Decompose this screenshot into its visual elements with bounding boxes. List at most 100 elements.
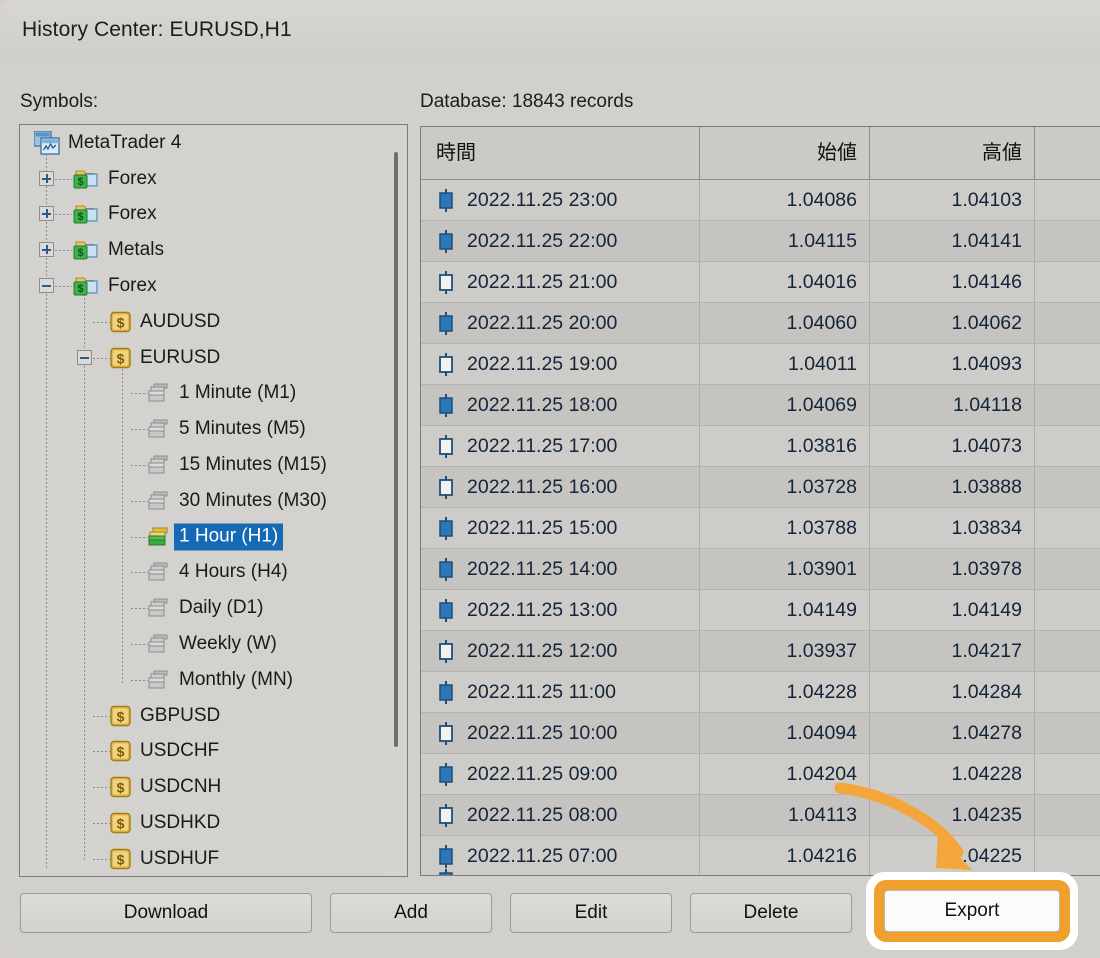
- table-cell-open[interactable]: 1.04060: [700, 303, 870, 343]
- table-row[interactable]: 2022.11.25 22:00 1.04115 1.04141: [421, 221, 1100, 262]
- tree-item[interactable]: 1 Minute (M1): [20, 376, 386, 412]
- table-cell-high[interactable]: 1.04093: [870, 344, 1035, 384]
- tree-item[interactable]: $ Forex: [20, 197, 386, 233]
- table-cell-time[interactable]: 2022.11.25 20:00: [421, 303, 700, 343]
- tree-item[interactable]: $ USDHUF: [20, 841, 386, 876]
- table-cell-high[interactable]: 1.04278: [870, 713, 1035, 753]
- table-cell-open[interactable]: 1.04086: [700, 180, 870, 220]
- table-cell-extra[interactable]: [1035, 385, 1100, 425]
- table-cell-time[interactable]: 2022.11.25 09:00: [421, 754, 700, 794]
- table-cell-extra[interactable]: [1035, 303, 1100, 343]
- table-cell-extra[interactable]: [1035, 467, 1100, 507]
- table-cell-high[interactable]: 1.04225: [870, 836, 1035, 875]
- table-cell-time[interactable]: 2022.11.25 10:00: [421, 713, 700, 753]
- table-cell-open[interactable]: 1.03937: [700, 631, 870, 671]
- table-cell-extra[interactable]: [1035, 631, 1100, 671]
- table-row[interactable]: 2022.11.25 09:00 1.04204 1.04228: [421, 754, 1100, 795]
- table-cell-open[interactable]: 1.03788: [700, 508, 870, 548]
- table-row[interactable]: 2022.11.25 18:00 1.04069 1.04118: [421, 385, 1100, 426]
- table-cell-extra[interactable]: [1035, 221, 1100, 261]
- table-cell-extra[interactable]: [1035, 590, 1100, 630]
- table-cell-time[interactable]: 2022.11.25 19:00: [421, 344, 700, 384]
- table-cell-extra[interactable]: [1035, 836, 1100, 875]
- tree-item[interactable]: Monthly (MN): [20, 662, 386, 698]
- tree-scrollbar-thumb[interactable]: [394, 152, 398, 747]
- tree-expander-minus-icon[interactable]: [39, 278, 54, 294]
- table-cell-high[interactable]: 1.04146: [870, 262, 1035, 302]
- table-row[interactable]: 2022.11.25 07:00 1.04216 1.04225: [421, 836, 1100, 875]
- table-cell-high[interactable]: 1.04118: [870, 385, 1035, 425]
- column-header[interactable]: 始値: [700, 127, 870, 179]
- table-cell-time[interactable]: 2022.11.25 13:00: [421, 590, 700, 630]
- export-button[interactable]: Export: [884, 890, 1060, 932]
- tree-expander-minus-icon[interactable]: [77, 349, 92, 365]
- table-cell-high[interactable]: 1.04149: [870, 590, 1035, 630]
- table-cell-open[interactable]: 1.04115: [700, 221, 870, 261]
- table-cell-open[interactable]: 1.03728: [700, 467, 870, 507]
- tree-expander-plus-icon[interactable]: [39, 242, 54, 258]
- column-header[interactable]: [1035, 127, 1100, 179]
- tree-item[interactable]: MetaTrader 4: [20, 125, 386, 161]
- table-cell-high[interactable]: 1.03834: [870, 508, 1035, 548]
- tree-item[interactable]: $ USDHKD: [20, 805, 386, 841]
- column-header[interactable]: 高値: [870, 127, 1035, 179]
- tree-item[interactable]: $ Forex: [20, 268, 386, 304]
- tree-item[interactable]: Weekly (W): [20, 626, 386, 662]
- table-cell-open[interactable]: 1.04149: [700, 590, 870, 630]
- table-cell-extra[interactable]: [1035, 426, 1100, 466]
- table-cell-high[interactable]: 1.04217: [870, 631, 1035, 671]
- table-cell-open[interactable]: 1.04094: [700, 713, 870, 753]
- table-cell-high[interactable]: 1.03978: [870, 549, 1035, 589]
- tree-item[interactable]: 5 Minutes (M5): [20, 411, 386, 447]
- table-cell-high[interactable]: 1.04235: [870, 795, 1035, 835]
- table-cell-high[interactable]: 1.04141: [870, 221, 1035, 261]
- table-cell-open[interactable]: 1.04216: [700, 836, 870, 875]
- table-row[interactable]: 2022.11.25 10:00 1.04094 1.04278: [421, 713, 1100, 754]
- table-cell-time[interactable]: 2022.11.25 14:00: [421, 549, 700, 589]
- table-cell-open[interactable]: 1.03901: [700, 549, 870, 589]
- table-row[interactable]: 2022.11.25 14:00 1.03901 1.03978: [421, 549, 1100, 590]
- table-row[interactable]: 2022.11.25 12:00 1.03937 1.04217: [421, 631, 1100, 672]
- tree-item[interactable]: $ AUDUSD: [20, 304, 386, 340]
- table-cell-high[interactable]: 1.04062: [870, 303, 1035, 343]
- table-row[interactable]: 2022.11.25 19:00 1.04011 1.04093: [421, 344, 1100, 385]
- tree-item[interactable]: $ EURUSD: [20, 340, 386, 376]
- table-row[interactable]: 2022.11.25 20:00 1.04060 1.04062: [421, 303, 1100, 344]
- table-cell-extra[interactable]: [1035, 713, 1100, 753]
- table-cell-time[interactable]: 2022.11.25 11:00: [421, 672, 700, 712]
- table-cell-extra[interactable]: [1035, 795, 1100, 835]
- delete-button[interactable]: Delete: [690, 893, 852, 933]
- table-cell-extra[interactable]: [1035, 508, 1100, 548]
- table-cell-time[interactable]: 2022.11.25 07:00: [421, 836, 700, 875]
- download-button[interactable]: Download: [20, 893, 312, 933]
- table-cell-time[interactable]: 2022.11.25 17:00: [421, 426, 700, 466]
- table-cell-time[interactable]: 2022.11.25 23:00: [421, 180, 700, 220]
- table-row[interactable]: 2022.11.25 13:00 1.04149 1.04149: [421, 590, 1100, 631]
- table-cell-high[interactable]: 1.04284: [870, 672, 1035, 712]
- tree-expander-plus-icon[interactable]: [39, 170, 54, 186]
- table-row[interactable]: 2022.11.25 15:00 1.03788 1.03834: [421, 508, 1100, 549]
- table-cell-open[interactable]: 1.04113: [700, 795, 870, 835]
- table-cell-open[interactable]: 1.04069: [700, 385, 870, 425]
- table-cell-extra[interactable]: [1035, 262, 1100, 302]
- tree-item[interactable]: $ USDCHF: [20, 734, 386, 770]
- table-cell-high[interactable]: 1.04073: [870, 426, 1035, 466]
- column-header[interactable]: 時間: [421, 127, 700, 179]
- table-row[interactable]: 2022.11.25 16:00 1.03728 1.03888: [421, 467, 1100, 508]
- table-cell-open[interactable]: 1.04204: [700, 754, 870, 794]
- table-row[interactable]: 2022.11.25 17:00 1.03816 1.04073: [421, 426, 1100, 467]
- table-cell-extra[interactable]: [1035, 549, 1100, 589]
- table-cell-high[interactable]: 1.03888: [870, 467, 1035, 507]
- table-cell-extra[interactable]: [1035, 754, 1100, 794]
- table-cell-high[interactable]: 1.04228: [870, 754, 1035, 794]
- table-cell-open[interactable]: 1.04011: [700, 344, 870, 384]
- symbols-tree-panel[interactable]: MetaTrader 4 $ Forex $ Forex $ Metals $ Forex $ AU…: [19, 124, 408, 877]
- table-cell-extra[interactable]: [1035, 344, 1100, 384]
- tree-item[interactable]: $ GBPUSD: [20, 698, 386, 734]
- table-row[interactable]: 2022.11.25 11:00 1.04228 1.04284: [421, 672, 1100, 713]
- tree-item[interactable]: 30 Minutes (M30): [20, 483, 386, 519]
- table-cell-high[interactable]: 1.04103: [870, 180, 1035, 220]
- table-cell-time[interactable]: 2022.11.25 21:00: [421, 262, 700, 302]
- table-row[interactable]: 2022.11.25 08:00 1.04113 1.04235: [421, 795, 1100, 836]
- tree-item[interactable]: $ Metals: [20, 232, 386, 268]
